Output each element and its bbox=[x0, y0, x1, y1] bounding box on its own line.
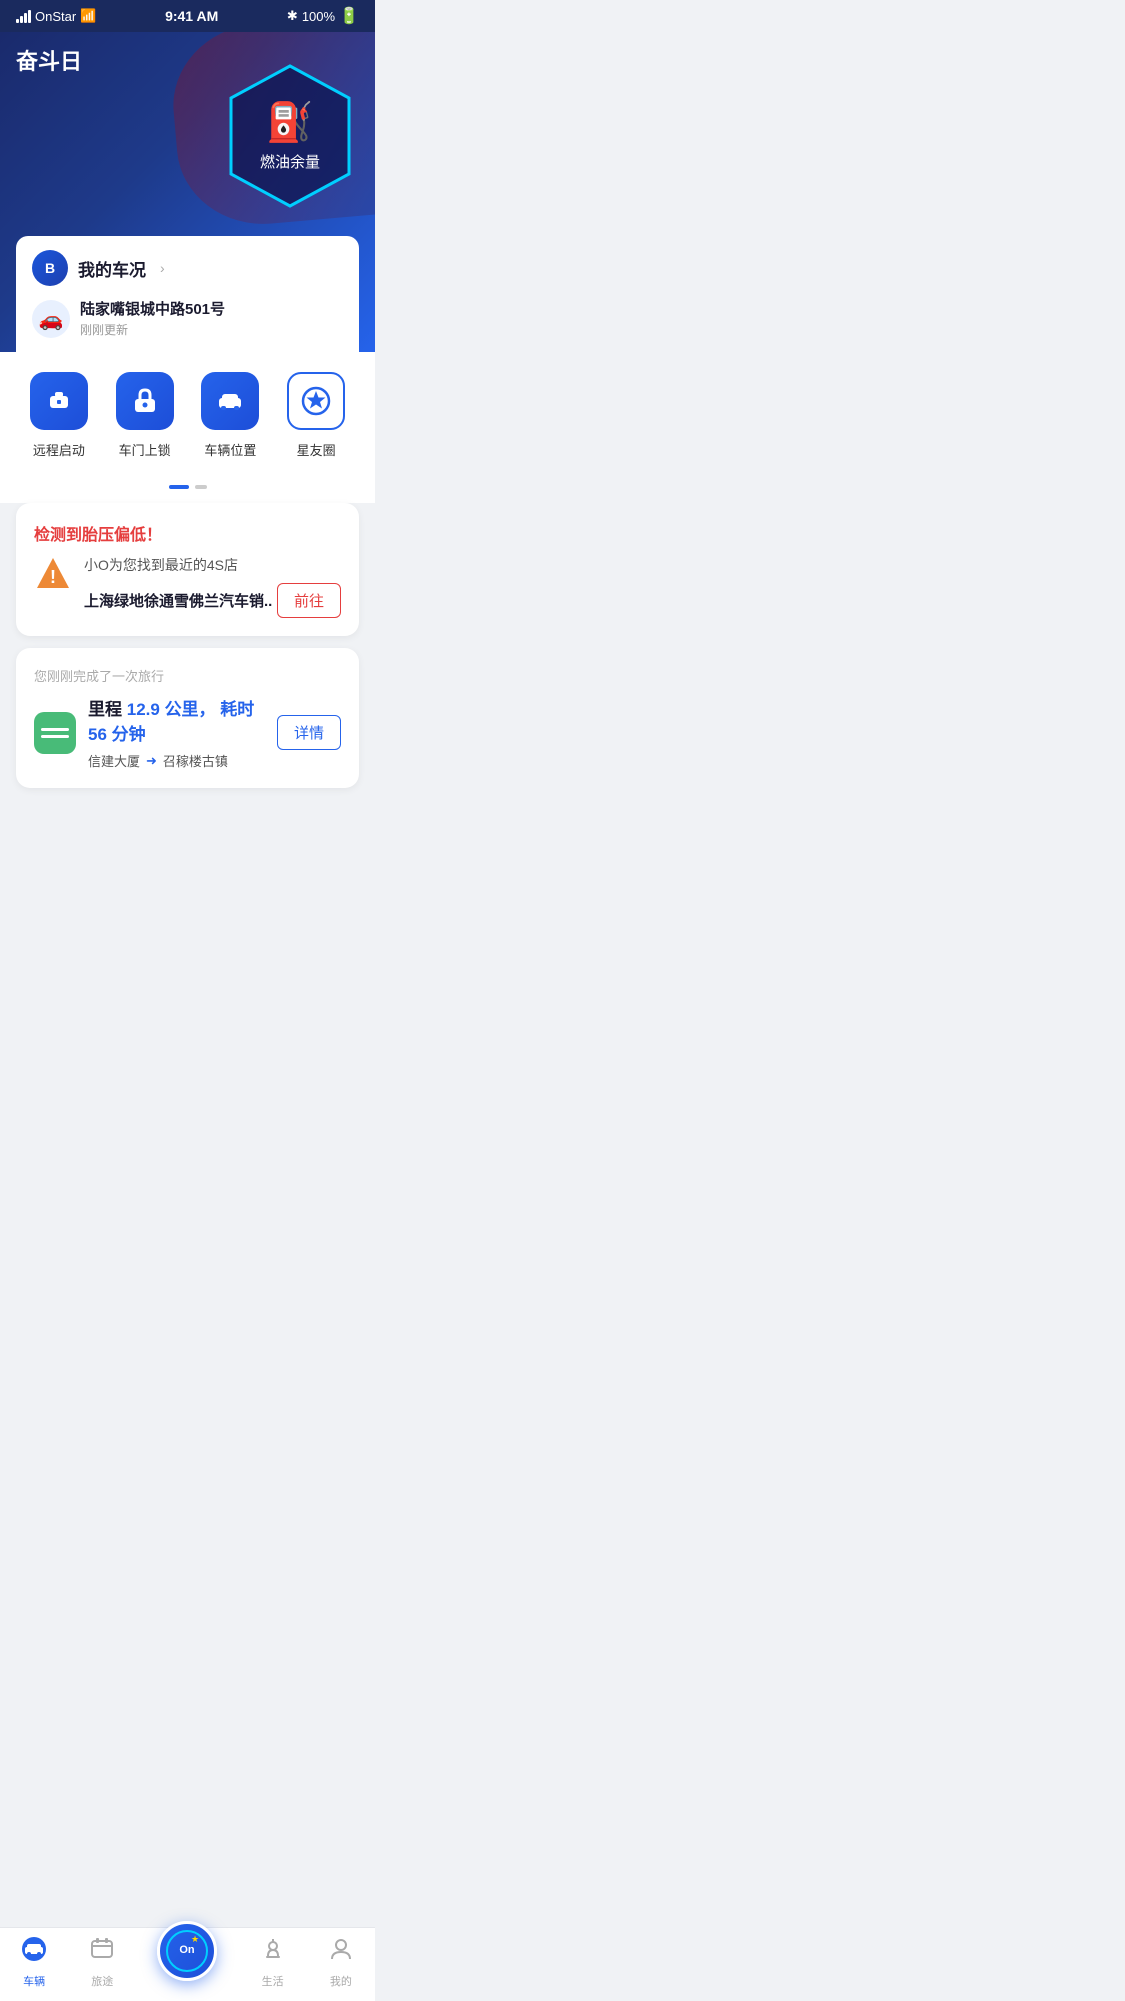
tab-bar: 车辆 旅途 On ★ bbox=[0, 1927, 375, 2001]
trip-detail-button[interactable]: 详情 bbox=[277, 715, 341, 750]
car-position-label: 车辆位置 bbox=[204, 440, 256, 459]
alert-sub: 小O为您找到最近的4S店 bbox=[84, 555, 341, 575]
trip-duration-unit: 分钟 bbox=[112, 725, 146, 744]
status-bar: OnStar 📶 9:41 AM ✱ 100% 🔋 bbox=[0, 0, 375, 32]
vehicle-tab-icon bbox=[21, 1936, 47, 1969]
arrow-right-icon: ➜ bbox=[146, 753, 157, 769]
tab-trip[interactable]: 旅途 bbox=[89, 1936, 115, 1989]
action-star-circle[interactable]: 星友圈 bbox=[287, 372, 345, 459]
tab-mine[interactable]: 我的 bbox=[328, 1936, 354, 1989]
battery-label: 100% bbox=[302, 9, 335, 24]
tab-center[interactable]: On ★ bbox=[157, 1941, 217, 1985]
location-text: 陆家嘴银城中路501号 刚刚更新 bbox=[80, 298, 225, 338]
alert-content: 小O为您找到最近的4S店 上海绿地徐通雪佛兰汽车销.. 前往 bbox=[84, 555, 341, 618]
trip-duration: 56 bbox=[88, 725, 107, 744]
trip-subtitle: 您刚刚完成了一次旅行 bbox=[34, 666, 341, 685]
fuel-icon: ⛽ bbox=[266, 101, 313, 145]
page-dots bbox=[0, 475, 375, 503]
trip-from: 信建大厦 bbox=[88, 751, 140, 770]
fuel-badge[interactable]: ⛽ 燃油余量 bbox=[225, 62, 355, 210]
car-location-icon: 🚗 bbox=[39, 307, 64, 332]
life-tab-icon bbox=[260, 1936, 286, 1969]
status-left: OnStar 📶 bbox=[16, 8, 96, 24]
quick-actions-section: 远程启动 车门上锁 车辆位置 bbox=[0, 352, 375, 475]
mine-tab-label: 我的 bbox=[330, 1973, 352, 1989]
hex-content: ⛽ 燃油余量 bbox=[260, 101, 320, 172]
tab-life[interactable]: 生活 bbox=[260, 1936, 286, 1989]
svg-text:★: ★ bbox=[191, 1934, 199, 1944]
signal-icon bbox=[16, 10, 31, 23]
trip-time-label: 耗时 bbox=[220, 700, 254, 719]
car-status-card: B 我的车况 › 🚗 陆家嘴银城中路501号 刚刚更新 bbox=[16, 236, 359, 352]
warning-icon: ! bbox=[34, 555, 72, 593]
door-lock-icon-wrap bbox=[116, 372, 174, 430]
dot-active bbox=[169, 485, 189, 489]
car-status-title: 我的车况 bbox=[78, 256, 146, 281]
trip-info: 里程 12.9 公里， 耗时 56 分钟 信建大厦 ➜ 召稼楼古镇 bbox=[88, 695, 265, 770]
life-tab-label: 生活 bbox=[262, 1973, 284, 1989]
fuel-label: 燃油余量 bbox=[260, 151, 320, 172]
status-right: ✱ 100% 🔋 bbox=[287, 6, 359, 26]
car-position-icon-wrap bbox=[201, 372, 259, 430]
trip-card: 您刚刚完成了一次旅行 里程 12.9 公里， 耗时 56 分钟 信建大厦 bbox=[16, 648, 359, 788]
wifi-icon: 📶 bbox=[80, 8, 96, 24]
star-circle-label: 星友圈 bbox=[297, 440, 336, 459]
alert-goto-button[interactable]: 前往 bbox=[277, 583, 341, 618]
alert-shop-row: 上海绿地徐通雪佛兰汽车销.. 前往 bbox=[84, 583, 341, 618]
carrier-label: OnStar bbox=[35, 9, 76, 24]
tab-center-button[interactable]: On ★ bbox=[157, 1921, 217, 1981]
location-updated: 刚刚更新 bbox=[80, 321, 225, 338]
tab-vehicle[interactable]: 车辆 bbox=[21, 1936, 47, 1989]
location-icon-wrap: 🚗 bbox=[32, 300, 70, 338]
star-circle-icon-wrap bbox=[287, 372, 345, 430]
alert-body: ! 小O为您找到最近的4S店 上海绿地徐通雪佛兰汽车销.. 前往 bbox=[34, 555, 341, 618]
door-lock-label: 车门上锁 bbox=[119, 440, 171, 459]
trip-to: 召稼楼古镇 bbox=[163, 751, 228, 770]
dot-inactive bbox=[195, 485, 207, 489]
trip-body: 里程 12.9 公里， 耗时 56 分钟 信建大厦 ➜ 召稼楼古镇 详情 bbox=[34, 695, 341, 770]
action-door-lock[interactable]: 车门上锁 bbox=[116, 372, 174, 459]
trip-distance-unit: 公里， bbox=[165, 700, 216, 719]
action-remote-start[interactable]: 远程启动 bbox=[30, 372, 88, 459]
svg-text:On: On bbox=[180, 1943, 196, 1955]
action-car-position[interactable]: 车辆位置 bbox=[201, 372, 259, 459]
remote-start-icon bbox=[30, 372, 88, 430]
alert-card: 检测到胎压偏低！ ! 小O为您找到最近的4S店 上海绿地徐通雪佛兰汽车销.. 前… bbox=[16, 503, 359, 636]
car-status-header[interactable]: B 我的车况 › bbox=[32, 250, 343, 286]
hero-section: 奋斗日 ⛽ 燃油余量 B 我的车况 › 🚗 陆家嘴银城中路501号 刚刚更新 bbox=[0, 32, 375, 352]
alert-shop-name: 上海绿地徐通雪佛兰汽车销.. bbox=[84, 590, 272, 611]
mine-tab-icon bbox=[328, 1936, 354, 1969]
location-address: 陆家嘴银城中路501号 bbox=[80, 298, 225, 319]
trip-stats: 里程 12.9 公里， 耗时 56 分钟 bbox=[88, 695, 265, 745]
buick-logo: B bbox=[32, 250, 68, 286]
svg-text:!: ! bbox=[50, 567, 56, 587]
vehicle-tab-label: 车辆 bbox=[23, 1973, 45, 1989]
trip-tab-icon bbox=[89, 1936, 115, 1969]
battery-icon: 🔋 bbox=[339, 6, 359, 26]
actions-grid: 远程启动 车门上锁 车辆位置 bbox=[16, 372, 359, 459]
trip-tab-label: 旅途 bbox=[91, 1973, 113, 1989]
trip-distance: 12.9 bbox=[127, 700, 160, 719]
alert-title: 检测到胎压偏低！ bbox=[34, 521, 341, 545]
trip-icon bbox=[34, 712, 76, 754]
remote-start-label: 远程启动 bbox=[33, 440, 85, 459]
trip-route: 信建大厦 ➜ 召稼楼古镇 bbox=[88, 751, 265, 770]
status-time: 9:41 AM bbox=[165, 8, 218, 24]
location-row: 🚗 陆家嘴银城中路501号 刚刚更新 bbox=[32, 298, 343, 338]
chevron-right-icon: › bbox=[160, 260, 165, 276]
bluetooth-icon: ✱ bbox=[287, 8, 298, 24]
cards-section: 检测到胎压偏低！ ! 小O为您找到最近的4S店 上海绿地徐通雪佛兰汽车销.. 前… bbox=[0, 503, 375, 788]
